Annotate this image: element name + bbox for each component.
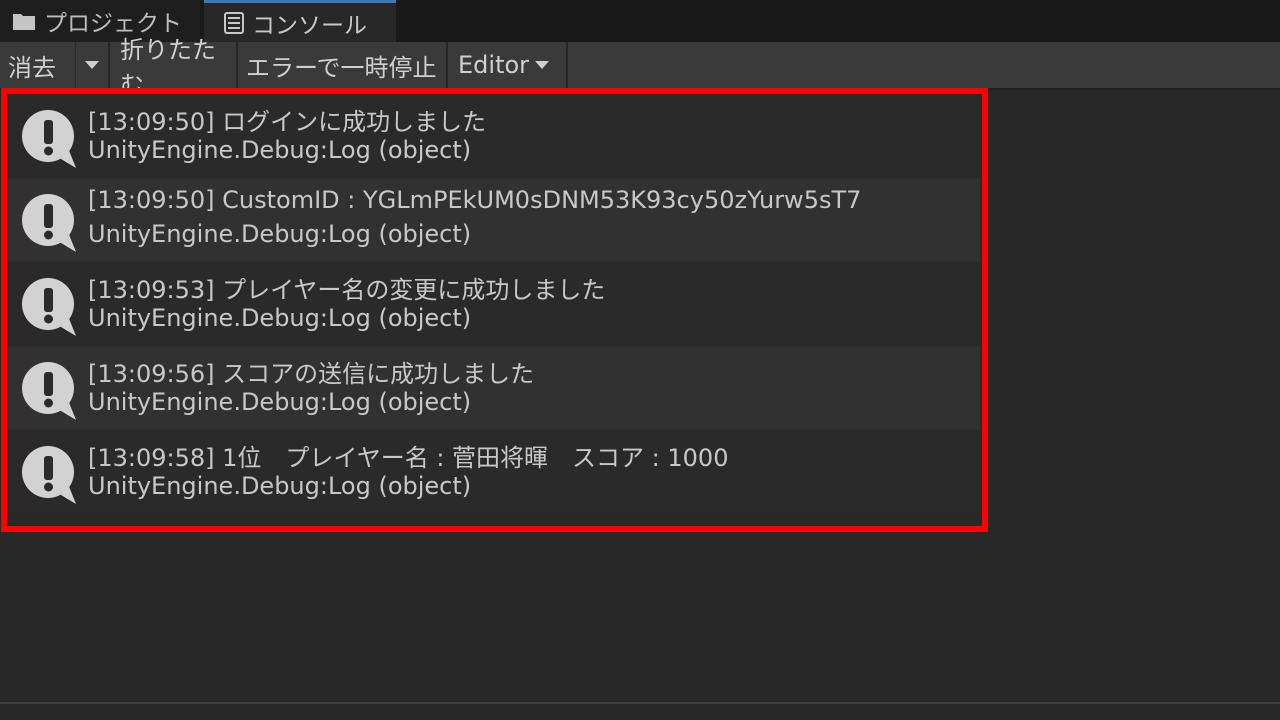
- info-log-icon: [22, 362, 76, 420]
- chevron-down-icon: [535, 61, 550, 69]
- log-message: [13:09:50] ログインに成功しました: [88, 108, 487, 136]
- log-stacktrace: UnityEngine.Debug:Log (object): [88, 388, 472, 416]
- info-log-icon: [22, 278, 76, 336]
- log-entry[interactable]: [13:09:53] プレイヤー名の変更に成功しました UnityEngine.…: [8, 262, 980, 346]
- log-stacktrace: UnityEngine.Debug:Log (object): [88, 220, 472, 248]
- editor-dropdown[interactable]: Editor: [448, 42, 568, 88]
- log-message: [13:09:53] プレイヤー名の変更に成功しました: [88, 276, 606, 304]
- log-entry[interactable]: [13:09:50] ログインに成功しました UnityEngine.Debug…: [8, 94, 980, 178]
- chevron-down-icon: [85, 61, 99, 69]
- collapse-toggle[interactable]: 折りたたむ: [110, 36, 238, 99]
- log-stacktrace: UnityEngine.Debug:Log (object): [88, 472, 472, 500]
- log-stacktrace: UnityEngine.Debug:Log (object): [88, 136, 472, 164]
- editor-label: Editor: [458, 51, 530, 79]
- info-log-icon: [22, 194, 76, 252]
- log-message: [13:09:56] スコアの送信に成功しました: [88, 360, 535, 388]
- status-divider: [0, 702, 1280, 704]
- log-entry[interactable]: [13:09:58] 1位 プレイヤー名 : 菅田将暉 スコア : 1000 U…: [8, 430, 980, 514]
- log-entry[interactable]: [13:09:56] スコアの送信に成功しました UnityEngine.Deb…: [8, 346, 980, 430]
- log-message: [13:09:58] 1位 プレイヤー名 : 菅田将暉 スコア : 1000: [88, 444, 729, 472]
- clear-button[interactable]: 消去: [0, 42, 76, 88]
- log-message: [13:09:50] CustomID : YGLmPEkUM0sDNM53K9…: [88, 186, 862, 214]
- log-stacktrace: UnityEngine.Debug:Log (object): [88, 304, 472, 332]
- log-entry[interactable]: [13:09:50] CustomID : YGLmPEkUM0sDNM53K9…: [8, 178, 980, 262]
- clear-label: 消去: [8, 53, 56, 82]
- tab-console-label: コンソール: [252, 13, 367, 39]
- console-toolbar: 消去 折りたたむ エラーで一時停止 Editor: [0, 36, 1280, 99]
- error-pause-label: エラーで一時停止: [246, 53, 437, 82]
- info-log-icon: [22, 446, 76, 504]
- info-log-icon: [22, 110, 76, 168]
- folder-icon: [12, 11, 36, 31]
- error-pause-toggle[interactable]: エラーで一時停止: [238, 42, 448, 88]
- clear-options-dropdown[interactable]: [76, 42, 110, 88]
- console-log-list: [13:09:50] ログインに成功しました UnityEngine.Debug…: [0, 90, 1280, 702]
